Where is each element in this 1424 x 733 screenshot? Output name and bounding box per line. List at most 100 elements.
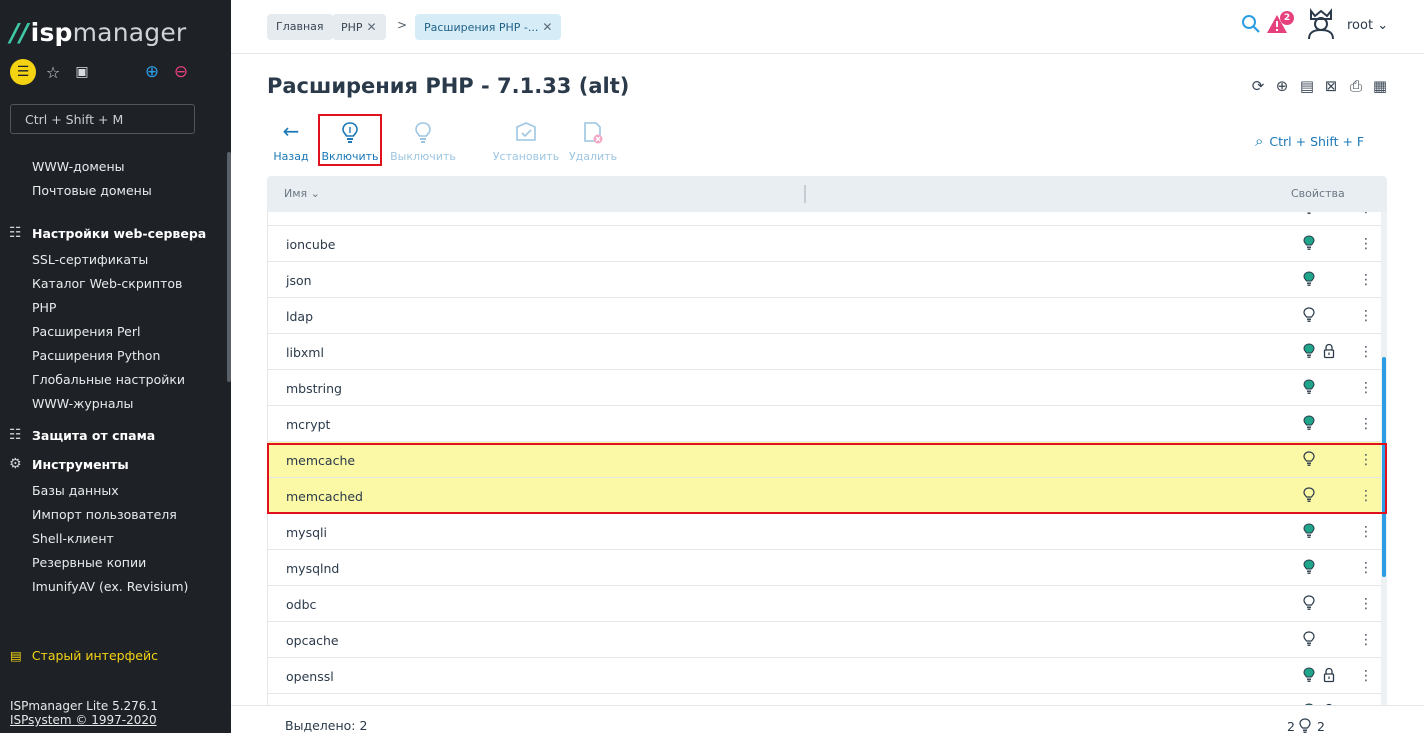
bulb-on-icon <box>1303 415 1319 433</box>
table-row[interactable]: mysqli ⋮ <box>268 514 1382 550</box>
collapse-all-icon[interactable]: ⊖ <box>172 59 190 85</box>
bulb-on-icon <box>1303 235 1319 253</box>
expand-all-icon[interactable]: ⊕ <box>143 59 161 85</box>
table-row[interactable]: mysqlnd ⋮ <box>268 550 1382 586</box>
refresh-icon[interactable]: ⟳ <box>1248 76 1268 96</box>
footer-counts: 22 <box>1287 718 1325 733</box>
count-right: 2 <box>1316 719 1325 733</box>
install-button[interactable]: Установить <box>491 118 561 163</box>
sidebar-item-databases[interactable]: Базы данных <box>0 479 226 503</box>
column-resize-handle[interactable] <box>804 185 806 203</box>
close-icon[interactable]: ✕ <box>542 20 552 34</box>
close-icon[interactable]: ✕ <box>367 20 377 34</box>
sidebar-item-www-domains[interactable]: WWW-домены <box>0 155 226 179</box>
sidebar-item-mail-domains[interactable]: Почтовые домены <box>0 179 226 203</box>
extension-name: memcache <box>286 453 356 468</box>
sidebar-group-tools[interactable]: ⚙ Инструменты <box>0 450 226 479</box>
copyright-link[interactable]: ISPsystem © 1997-2020 <box>10 713 158 727</box>
table-search-button[interactable]: ⌕ Ctrl + Shift + F <box>1255 132 1364 150</box>
briefcase-icon[interactable]: ▣ <box>72 59 92 85</box>
sidebar-item-python[interactable]: Расширения Python <box>0 344 226 368</box>
table-row[interactable]: openssl ⋮ <box>268 658 1382 694</box>
row-menu-icon[interactable]: ⋮ <box>1359 594 1373 614</box>
sidebar-item-perl[interactable]: Расширения Perl <box>0 320 226 344</box>
bulb-on-icon <box>1303 667 1319 685</box>
table-scrollbar[interactable] <box>1381 212 1387 705</box>
bulb-off-icon <box>388 118 458 144</box>
table-row[interactable]: ioncube ⋮ <box>268 226 1382 262</box>
sidebar-item-www-logs[interactable]: WWW-журналы <box>0 392 226 416</box>
row-menu-icon[interactable]: ⋮ <box>1359 270 1373 290</box>
search-icon[interactable] <box>1241 14 1263 36</box>
alert-icon[interactable]: 2 <box>1266 11 1294 36</box>
table-row[interactable]: ⋮ <box>268 694 1382 705</box>
user-menu[interactable]: root ⌄ <box>1347 18 1388 33</box>
table-settings-icon[interactable]: ▦ <box>1370 76 1390 96</box>
row-menu-icon[interactable]: ⋮ <box>1359 666 1373 686</box>
scrollbar-thumb[interactable] <box>1382 357 1386 577</box>
column-props: Свойства <box>1291 187 1345 200</box>
row-menu-icon[interactable]: ⋮ <box>1359 234 1373 254</box>
sliders-icon: ☷ <box>9 225 22 241</box>
table-row[interactable]: libxml ⋮ <box>268 334 1382 370</box>
delete-label: Удалить <box>568 150 618 163</box>
logo[interactable]: //ispmanager <box>10 18 186 47</box>
globe-icon[interactable]: ⊕ <box>1272 76 1292 96</box>
table-row[interactable]: memcached ⋮ <box>268 478 1382 514</box>
row-menu-icon[interactable]: ⋮ <box>1359 414 1373 434</box>
table-row[interactable]: mbstring ⋮ <box>268 370 1382 406</box>
bulb-on-icon <box>1303 212 1319 217</box>
print-icon[interactable]: ⎙ <box>1346 76 1366 96</box>
sidebar-item-user-import[interactable]: Импорт пользователя <box>0 503 226 527</box>
row-menu-icon[interactable]: ⋮ <box>1359 378 1373 398</box>
row-menu-icon[interactable]: ⋮ <box>1359 306 1373 326</box>
row-menu-icon[interactable]: ⋮ <box>1359 212 1373 218</box>
breadcrumb-php-extensions[interactable]: Расширения PHP -... ✕ <box>415 14 562 40</box>
sidebar-item-imunifyav[interactable]: ImunifyAV (ex. Revisium) <box>0 575 226 599</box>
alert-count-badge: 2 <box>1280 11 1294 25</box>
column-name[interactable]: Имя ⌄ <box>284 187 320 200</box>
row-menu-icon[interactable]: ⋮ <box>1359 630 1373 650</box>
disable-button[interactable]: Выключить <box>388 118 458 163</box>
sidebar-group-label: Инструменты <box>32 457 129 472</box>
menu-tree-icon[interactable]: ☰ <box>10 59 36 85</box>
row-menu-icon[interactable]: ⋮ <box>1359 342 1373 362</box>
sidebar-item-global-settings[interactable]: Глобальные настройки <box>0 368 226 392</box>
table-row[interactable]: mcrypt ⋮ <box>268 406 1382 442</box>
delete-button[interactable]: Удалить <box>558 118 628 163</box>
extension-name: mbstring <box>286 381 342 396</box>
bulb-off-icon <box>1303 595 1319 613</box>
old-interface-link[interactable]: ▤ Старый интерфейс <box>10 648 158 663</box>
table-row[interactable]: json ⋮ <box>268 262 1382 298</box>
breadcrumb-php[interactable]: PHP ✕ <box>332 14 386 40</box>
row-menu-icon[interactable]: ⋮ <box>1359 486 1373 506</box>
favorites-star-icon[interactable]: ☆ <box>43 59 63 85</box>
bulb-on-icon <box>1303 559 1319 577</box>
extension-name: libxml <box>286 345 324 360</box>
table-row[interactable]: ldap ⋮ <box>268 298 1382 334</box>
export-icon[interactable]: ⊠ <box>1321 76 1341 96</box>
breadcrumb-home[interactable]: Главная <box>267 14 333 40</box>
row-menu-icon[interactable]: ⋮ <box>1359 450 1373 470</box>
sidebar-item-web-scripts[interactable]: Каталог Web-скриптов <box>0 272 226 296</box>
document-icon[interactable]: ▤ <box>1297 76 1317 96</box>
table-row[interactable]: odbc ⋮ <box>268 586 1382 622</box>
sidebar-item-shell[interactable]: Shell-клиент <box>0 527 226 551</box>
bulb-off-icon <box>1303 487 1319 505</box>
table-row[interactable]: opcache ⋮ <box>268 622 1382 658</box>
install-icon <box>491 118 561 144</box>
table-row[interactable]: memcache ⋮ <box>268 442 1382 478</box>
enable-button-highlight <box>318 114 382 166</box>
sidebar-item-ssl[interactable]: SSL-сертификаты <box>0 248 226 272</box>
row-menu-icon[interactable]: ⋮ <box>1359 558 1373 578</box>
sidebar-item-backups[interactable]: Резервные копии <box>0 551 226 575</box>
sidebar-group-web-server[interactable]: ☷ Настройки web-сервера <box>0 219 226 248</box>
table-row[interactable]: ⋮ <box>268 212 1382 226</box>
sidebar-item-php[interactable]: PHP <box>0 296 226 320</box>
extension-name: openssl <box>286 669 334 684</box>
sidebar-group-spam[interactable]: ☷ Защита от спама <box>0 421 226 450</box>
sidebar-scrollbar[interactable] <box>227 152 231 382</box>
user-avatar-icon[interactable] <box>1305 8 1337 40</box>
row-menu-icon[interactable]: ⋮ <box>1359 522 1373 542</box>
menu-search-input[interactable]: Ctrl + Shift + M <box>10 104 195 134</box>
